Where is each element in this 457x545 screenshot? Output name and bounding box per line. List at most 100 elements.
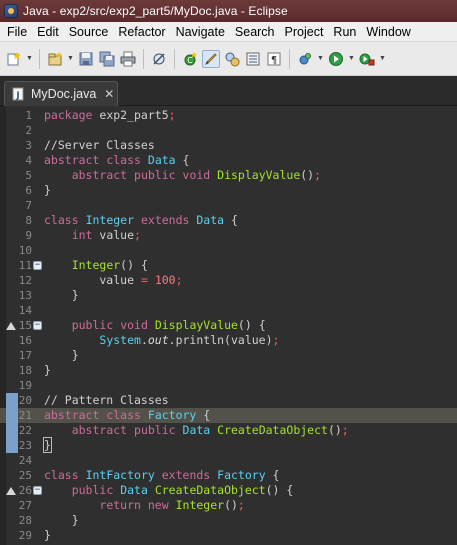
code-line[interactable]: 12 value = 100;: [0, 273, 457, 288]
new-java-project-icon[interactable]: [46, 50, 64, 68]
line-number: 20: [18, 394, 32, 407]
project-dropdown-arrow[interactable]: ▼: [67, 50, 74, 68]
line-number: 3: [25, 139, 32, 152]
code-line[interactable]: 10: [0, 243, 457, 258]
code-line[interactable]: 28 }: [0, 513, 457, 528]
code-line[interactable]: 11− Integer() {: [0, 258, 457, 273]
code-token: CreateDataObject: [154, 483, 266, 497]
line-number: 22: [18, 424, 32, 437]
code-line[interactable]: 29}: [0, 528, 457, 543]
code-line[interactable]: 23}: [0, 437, 457, 453]
menu-source[interactable]: Source: [64, 25, 114, 39]
code-line[interactable]: 2: [0, 123, 457, 138]
fold-toggle-icon[interactable]: −: [33, 486, 42, 495]
code-token: Factory: [217, 468, 266, 482]
save-icon[interactable]: [77, 50, 95, 68]
code-line[interactable]: 16 System.out.println(value);: [0, 333, 457, 348]
code-line[interactable]: 18}: [0, 363, 457, 378]
code-line[interactable]: 25 class IntFactory extends Factory {: [0, 468, 457, 483]
open-type-icon[interactable]: [223, 50, 241, 68]
line-number: 29: [18, 529, 32, 542]
menu-refactor[interactable]: Refactor: [113, 25, 170, 39]
close-icon[interactable]: ✕: [104, 87, 114, 101]
code-token: abstract: [71, 168, 128, 182]
code-line[interactable]: 26− public Data CreateDataObject() {: [0, 483, 457, 498]
code-line[interactable]: 3 //Server Classes: [0, 138, 457, 153]
line-number: 5: [25, 169, 32, 182]
line-number: 7: [25, 199, 32, 212]
code-token: package: [44, 108, 93, 122]
code-token: {: [224, 213, 238, 227]
debug-dropdown-arrow[interactable]: ▼: [317, 50, 324, 68]
fold-toggle-icon[interactable]: −: [33, 321, 42, 330]
code-line[interactable]: 21 abstract class Factory {: [0, 408, 457, 423]
code-line[interactable]: 9 int value;: [0, 228, 457, 243]
code-line[interactable]: 1 package exp2_part5;: [0, 108, 457, 123]
code-line[interactable]: 6}: [0, 183, 457, 198]
code-line[interactable]: 24: [0, 453, 457, 468]
new-wizard-icon[interactable]: [5, 50, 23, 68]
code-token: //Server Classes: [44, 138, 155, 152]
code-token: class: [106, 408, 141, 422]
menu-navigate[interactable]: Navigate: [171, 25, 230, 39]
show-whitespace-icon[interactable]: ¶: [265, 50, 283, 68]
code-token: .println(value): [168, 333, 273, 347]
menu-project[interactable]: Project: [280, 25, 329, 39]
run-dropdown-arrow[interactable]: ▼: [348, 50, 355, 68]
code-token: Integer: [85, 213, 135, 227]
code-line[interactable]: 17 }: [0, 348, 457, 363]
code-editor[interactable]: 1 package exp2_part5; 2 3//Server Classes 4 a…: [0, 106, 457, 545]
code-token: ;: [341, 423, 349, 437]
code-token: }: [44, 183, 51, 197]
code-line[interactable]: 22 abstract public Data CreateDataObject…: [0, 423, 457, 438]
menu-run[interactable]: Run: [328, 25, 361, 39]
code-line[interactable]: 8 class Integer extends Data {: [0, 213, 457, 228]
run-icon[interactable]: [327, 50, 345, 68]
toggle-breakpoint-icon[interactable]: [296, 50, 314, 68]
code-line[interactable]: 15− public void DisplayValue() {: [0, 318, 457, 333]
code-line[interactable]: 5 abstract public void DisplayValue();: [0, 168, 457, 183]
external-tools-icon[interactable]: [358, 50, 376, 68]
menu-edit[interactable]: Edit: [32, 25, 64, 39]
code-line[interactable]: 27 return new Integer();: [0, 498, 457, 513]
tab-label: MyDoc.java: [31, 87, 97, 101]
code-text: int value;: [44, 228, 141, 243]
code-text: }: [44, 363, 51, 378]
code-line[interactable]: 4 abstract class Data {: [0, 153, 457, 168]
window-title: Java - exp2/src/exp2_part5/MyDoc.java - …: [23, 4, 288, 18]
new-dropdown-arrow[interactable]: ▼: [26, 50, 33, 68]
code-token: {: [175, 153, 190, 167]
menu-window[interactable]: Window: [361, 25, 415, 39]
code-token: IntFactory: [85, 468, 155, 482]
pen-annotation-icon[interactable]: [202, 49, 220, 68]
line-number: 8: [25, 214, 32, 227]
tab-mydoc-java[interactable]: J MyDoc.java ✕: [4, 81, 118, 106]
new-java-class-icon[interactable]: C: [181, 50, 199, 68]
external-tools-dropdown-arrow[interactable]: ▼: [379, 50, 386, 68]
svg-text:J: J: [15, 91, 19, 101]
code-line[interactable]: 13 }: [0, 288, 457, 303]
menu-file[interactable]: File: [2, 25, 32, 39]
open-task-icon[interactable]: [244, 50, 262, 68]
fold-toggle-icon[interactable]: −: [33, 261, 42, 270]
menu-search[interactable]: Search: [230, 25, 280, 39]
line-number: 14: [18, 304, 32, 317]
code-token: void: [182, 168, 211, 182]
code-line[interactable]: 19: [0, 378, 457, 393]
code-text: abstract public Data CreateDataObject();: [44, 423, 349, 438]
print-icon[interactable]: [119, 50, 137, 68]
code-text: abstract class Factory {: [44, 408, 210, 423]
code-token: }: [44, 513, 79, 527]
save-all-icon[interactable]: [98, 50, 116, 68]
code-line[interactable]: 20 // Pattern Classes: [0, 393, 457, 408]
code-token: (): [327, 423, 342, 437]
skip-breakpoints-icon[interactable]: [150, 50, 168, 68]
line-number: 23: [18, 439, 32, 452]
code-text: }: [44, 528, 51, 543]
code-line[interactable]: 14: [0, 303, 457, 318]
code-line[interactable]: 7: [0, 198, 457, 213]
